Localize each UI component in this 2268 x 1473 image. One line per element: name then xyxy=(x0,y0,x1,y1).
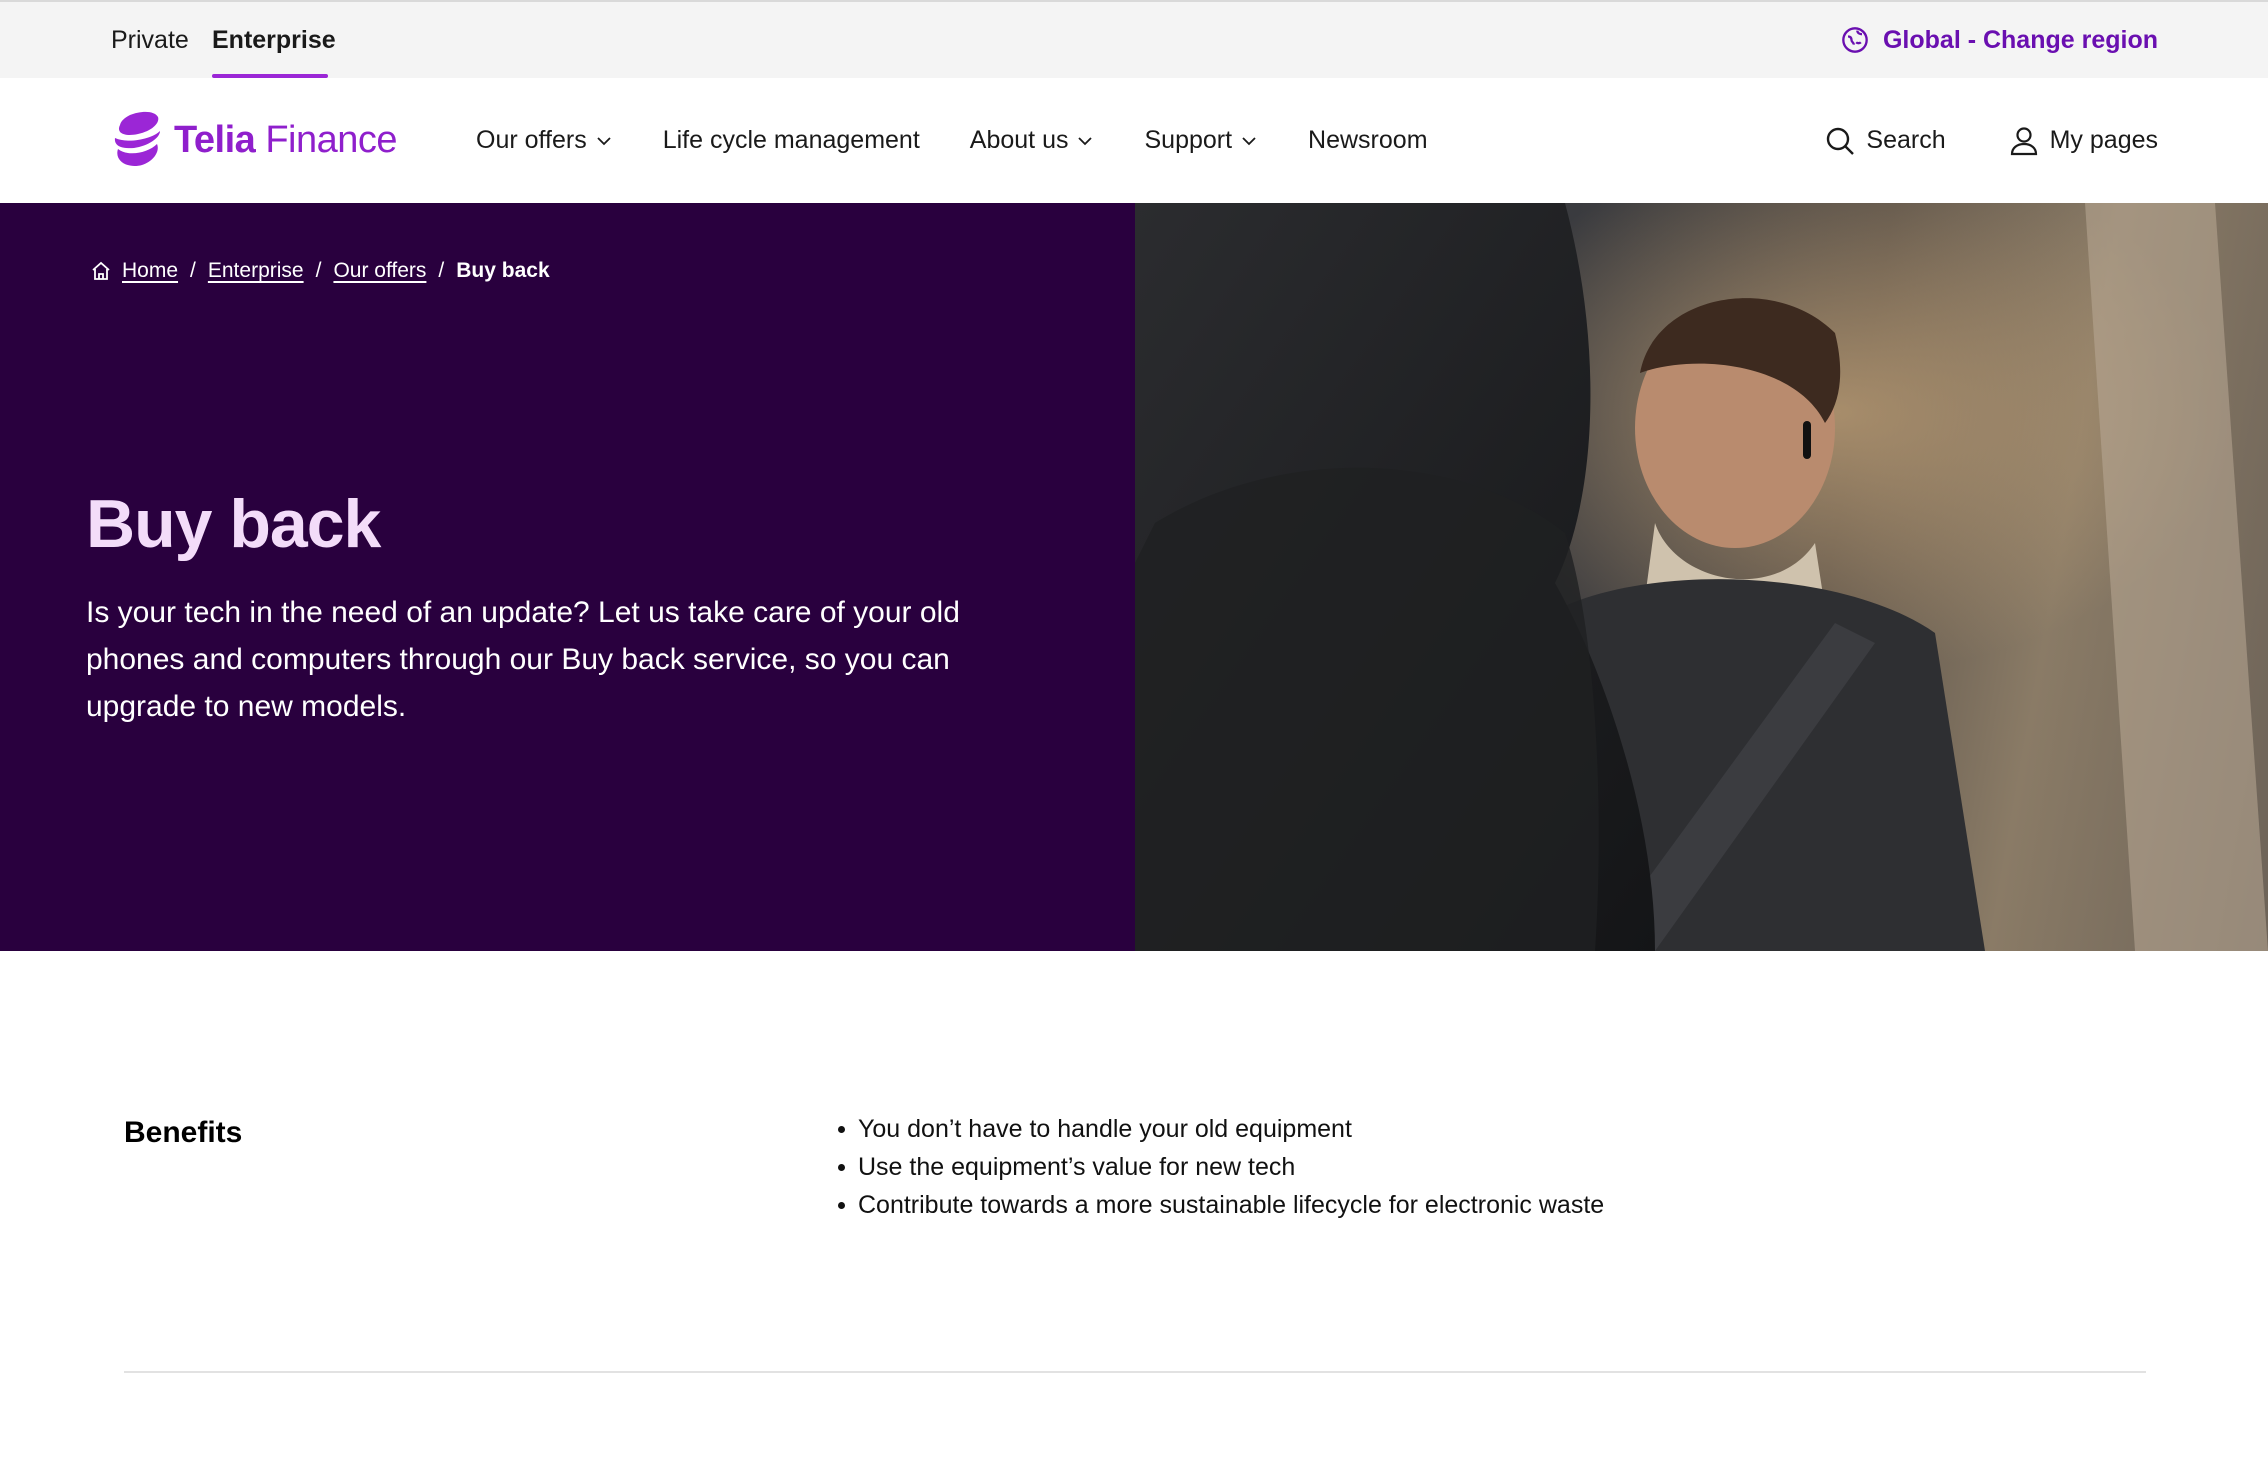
nav-support-label: Support xyxy=(1144,126,1233,154)
nav-support[interactable]: Support xyxy=(1144,126,1258,155)
breadcrumb-separator: / xyxy=(438,259,445,282)
hero-image xyxy=(1135,203,2268,951)
chevron-down-icon xyxy=(1242,136,1256,145)
breadcrumb-current-page: Buy back xyxy=(456,259,550,282)
breadcrumb-separator: / xyxy=(315,259,322,282)
segment-private-link[interactable]: Private xyxy=(111,2,189,78)
logo-wordmark: Telia Finance xyxy=(174,118,398,161)
nav-life-cycle-label: Life cycle management xyxy=(662,126,920,154)
change-region-link[interactable]: Global - Change region xyxy=(1841,2,2158,78)
user-icon xyxy=(2010,126,2037,155)
list-item: Contribute towards a more sustainable li… xyxy=(836,1186,1604,1224)
hero-section: Home / Enterprise / Our offers / Buy bac… xyxy=(0,203,2268,951)
list-item: Use the equipment’s value for new tech xyxy=(836,1148,1604,1186)
hero-description: Is your tech in the need of an update? L… xyxy=(86,596,960,723)
main-nav: Our offers Life cycle management About u… xyxy=(476,78,1478,203)
breadcrumb-our-offers[interactable]: Our offers xyxy=(333,259,426,283)
breadcrumb-separator: / xyxy=(190,259,196,282)
search-label: Search xyxy=(1866,126,1946,154)
search-button[interactable]: Search xyxy=(1824,125,1946,157)
nav-life-cycle-management[interactable]: Life cycle management xyxy=(663,126,920,155)
nav-about-us-label: About us xyxy=(969,126,1069,154)
breadcrumb: Home / Enterprise / Our offers / Buy bac… xyxy=(90,259,550,283)
change-region-label: Global - Change region xyxy=(1882,25,2158,54)
nav-newsroom[interactable]: Newsroom xyxy=(1308,126,1427,155)
main-header: Telia Finance Our offers Life cycle mana… xyxy=(0,78,2268,203)
segment-bar: Private Enterprise Global - Change regio… xyxy=(0,0,2268,78)
breadcrumb-home[interactable]: Home xyxy=(122,259,178,283)
telia-pebble-logo-icon xyxy=(114,111,160,167)
list-item: You don’t have to handle your old equipm… xyxy=(836,1110,1604,1148)
chevron-down-icon xyxy=(597,136,611,145)
nav-our-offers[interactable]: Our offers xyxy=(476,126,613,155)
my-pages-label: My pages xyxy=(2049,126,2158,154)
header-tools: Search My pages xyxy=(1824,78,2158,203)
nav-newsroom-label: Newsroom xyxy=(1308,126,1428,154)
globe-icon xyxy=(1842,27,1868,53)
benefits-list: You don’t have to handle your old equipm… xyxy=(836,1110,1604,1224)
home-icon xyxy=(92,261,110,280)
chevron-down-icon xyxy=(1078,136,1093,145)
nav-about-us[interactable]: About us xyxy=(970,126,1095,155)
page-title: Buy back xyxy=(86,486,381,562)
segment-enterprise-link[interactable]: Enterprise xyxy=(212,2,336,78)
search-icon xyxy=(1827,127,1855,155)
telia-finance-logo[interactable]: Telia Finance xyxy=(110,110,398,170)
nav-our-offers-label: Our offers xyxy=(476,126,587,154)
benefits-heading: Benefits xyxy=(124,1116,243,1149)
breadcrumb-enterprise[interactable]: Enterprise xyxy=(208,259,304,283)
section-divider xyxy=(124,1371,2146,1373)
my-pages-button[interactable]: My pages xyxy=(2008,125,2158,157)
